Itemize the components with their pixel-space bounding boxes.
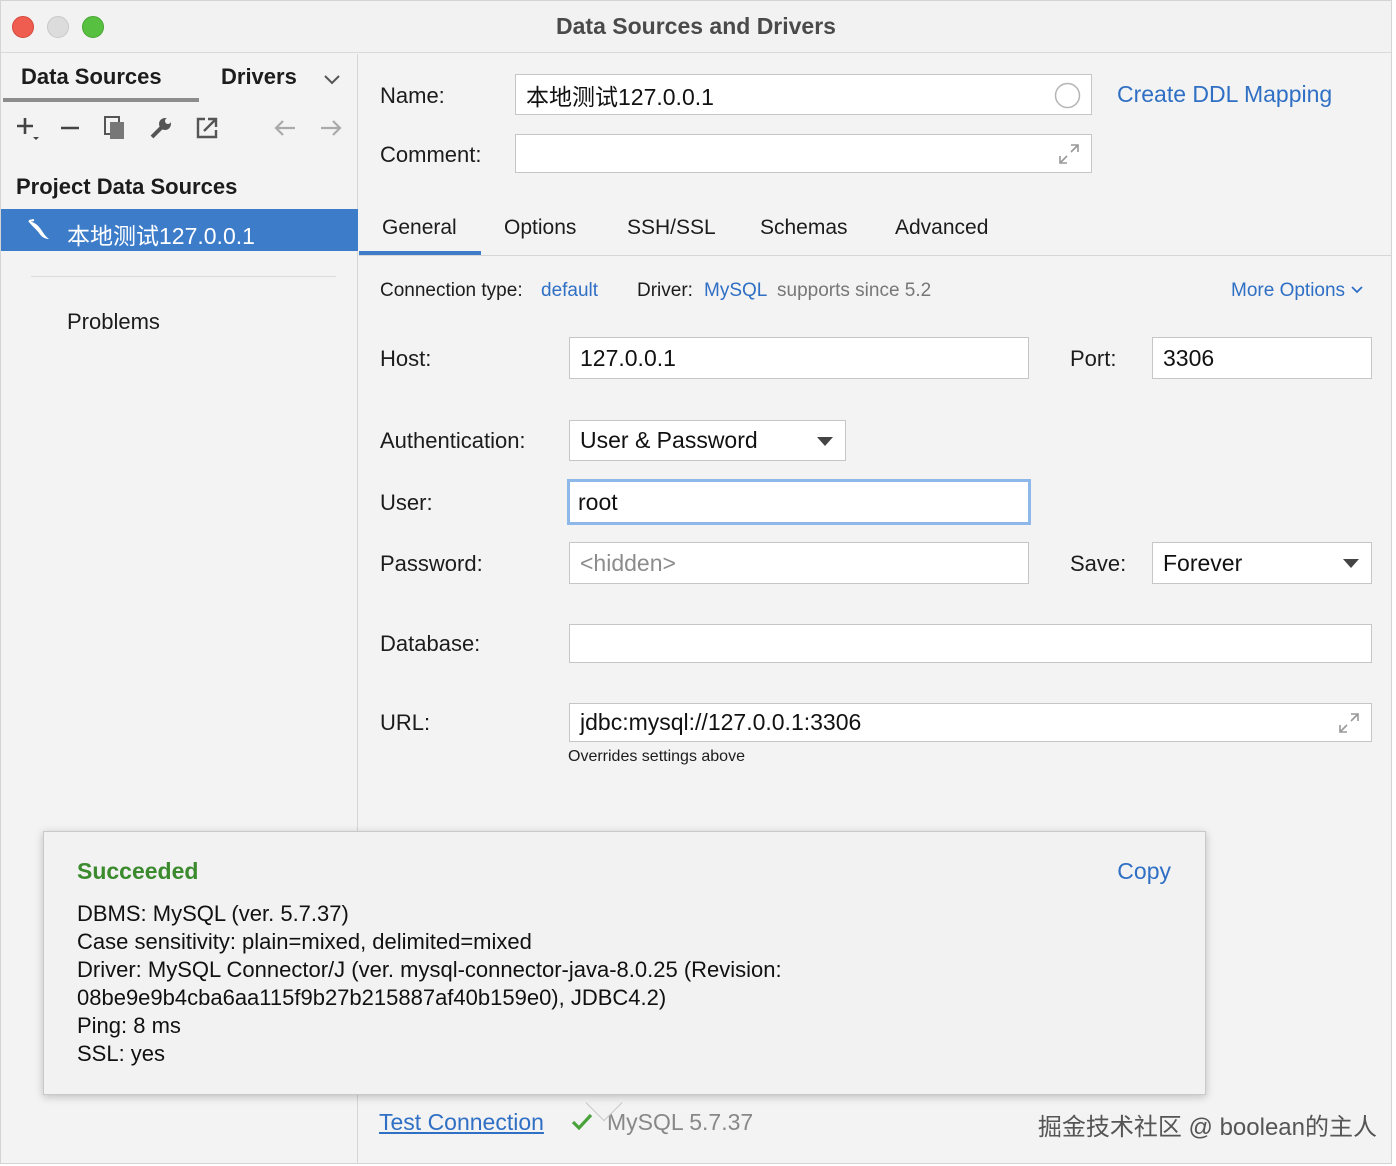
remove-icon[interactable] (57, 114, 85, 142)
driver-link[interactable]: MySQL (704, 280, 767, 302)
export-icon[interactable] (193, 114, 221, 142)
user-label: User: (380, 490, 433, 515)
test-result-popup: Succeeded Copy DBMS: MySQL (ver. 5.7.37)… (43, 831, 1206, 1095)
watermark-text: 掘金技术社区 @ boolean的主人 (1037, 1114, 1377, 1141)
url-field[interactable]: jdbc:mysql://127.0.0.1:3306 (569, 703, 1372, 742)
tab-ssh-ssl[interactable]: SSH/SSL (627, 216, 716, 240)
result-line: Case sensitivity: plain=mixed, delimited… (77, 929, 532, 954)
port-label: Port: (1070, 346, 1117, 371)
connection-type-link[interactable]: default (541, 280, 598, 302)
authentication-label: Authentication: (380, 428, 526, 453)
result-line: Ping: 8 ms (77, 1013, 181, 1038)
driver-label: Driver: (637, 280, 693, 301)
authentication-select[interactable]: User & Password (569, 420, 846, 461)
create-ddl-mapping-link[interactable]: Create DDL Mapping (1117, 81, 1332, 108)
name-label: Name: (380, 83, 445, 108)
test-connection-link[interactable]: Test Connection (379, 1109, 544, 1136)
checkmark-icon (571, 1113, 593, 1131)
copy-link[interactable]: Copy (1117, 858, 1171, 885)
more-options-link[interactable]: More Options (1231, 280, 1364, 302)
host-label: Host: (380, 346, 432, 371)
authentication-value: User & Password (580, 427, 758, 453)
active-tab-indicator (359, 251, 481, 255)
comment-label: Comment: (380, 142, 482, 167)
chevron-down-icon (1351, 286, 1363, 294)
url-value: jdbc:mysql://127.0.0.1:3306 (580, 709, 862, 735)
user-value: root (578, 488, 618, 515)
result-line: SSL: yes (77, 1041, 166, 1066)
section-title: Project Data Sources (16, 174, 238, 199)
more-options-label: More Options (1231, 280, 1346, 301)
wrench-icon[interactable] (147, 114, 175, 142)
database-label: Database: (380, 631, 481, 656)
result-line: DBMS: MySQL (ver. 5.7.37) (77, 901, 349, 926)
port-field[interactable]: 3306 (1152, 337, 1372, 379)
connection-type-label: Connection type: (380, 280, 523, 301)
host-field[interactable]: 127.0.0.1 (569, 337, 1029, 379)
tab-options[interactable]: Options (504, 216, 576, 240)
forward-arrow-icon[interactable] (317, 114, 345, 142)
dropdown-arrow-icon (817, 436, 833, 446)
result-details: DBMS: MySQL (ver. 5.7.37) Case sensitivi… (77, 900, 782, 1068)
divider (31, 276, 336, 277)
result-line: Driver: MySQL Connector/J (ver. mysql-co… (77, 957, 782, 982)
save-label: Save: (1070, 551, 1127, 576)
port-value: 3306 (1163, 344, 1215, 371)
password-label: Password: (380, 551, 483, 576)
duplicate-icon[interactable] (101, 114, 129, 142)
window-title: Data Sources and Drivers (556, 13, 836, 39)
problems-item[interactable]: Problems (67, 309, 160, 335)
data-source-item[interactable]: 本地测试127.0.0.1 (1, 209, 358, 251)
save-select[interactable]: Forever (1152, 542, 1372, 584)
active-tab-indicator (3, 98, 199, 102)
dialog-window: Data Sources and Drivers Data Sources Dr… (0, 0, 1392, 1164)
result-line: 08be9e9b4cba6aa115f9b27b215887af40b159e0… (77, 985, 667, 1010)
back-arrow-icon[interactable] (271, 114, 299, 142)
mysql-dolphin-icon (28, 219, 49, 239)
add-icon[interactable] (13, 114, 41, 142)
password-placeholder: <hidden> (580, 549, 676, 576)
dropdown-arrow-icon (1343, 559, 1359, 568)
status-label: Succeeded (77, 858, 199, 884)
database-field[interactable] (569, 624, 1372, 663)
tab-advanced[interactable]: Advanced (895, 216, 988, 240)
expand-icon[interactable] (1057, 142, 1081, 166)
title-bar: Data Sources and Drivers (1, 1, 1391, 53)
bottom-bar: Test Connection MySQL 5.7.37 掘金技术社区 @ bo… (359, 1101, 1391, 1151)
comment-field[interactable] (515, 134, 1092, 173)
color-picker-icon[interactable] (1054, 82, 1081, 109)
password-field[interactable]: <hidden> (569, 542, 1029, 584)
save-value: Forever (1163, 549, 1243, 576)
name-value: 本地测试127.0.0.1 (526, 83, 714, 110)
user-field[interactable]: root (567, 479, 1031, 525)
data-source-label: 本地测试127.0.0.1 (67, 223, 255, 249)
expand-icon[interactable] (1337, 711, 1361, 735)
tab-schemas[interactable]: Schemas (760, 216, 848, 240)
name-field[interactable]: 本地测试127.0.0.1 (515, 74, 1092, 115)
tab-general[interactable]: General (382, 216, 457, 240)
url-note: Overrides settings above (568, 748, 745, 765)
tab-drivers[interactable]: Drivers (221, 64, 297, 90)
tab-data-sources[interactable]: Data Sources (21, 64, 162, 90)
url-label: URL: (380, 710, 431, 735)
host-value: 127.0.0.1 (580, 344, 676, 371)
tabs-bar: General Options SSH/SSL Schemas Advanced (359, 204, 1391, 256)
server-version: MySQL 5.7.37 (607, 1109, 754, 1135)
driver-note: supports since 5.2 (777, 280, 932, 301)
chevron-down-icon[interactable] (321, 68, 343, 90)
